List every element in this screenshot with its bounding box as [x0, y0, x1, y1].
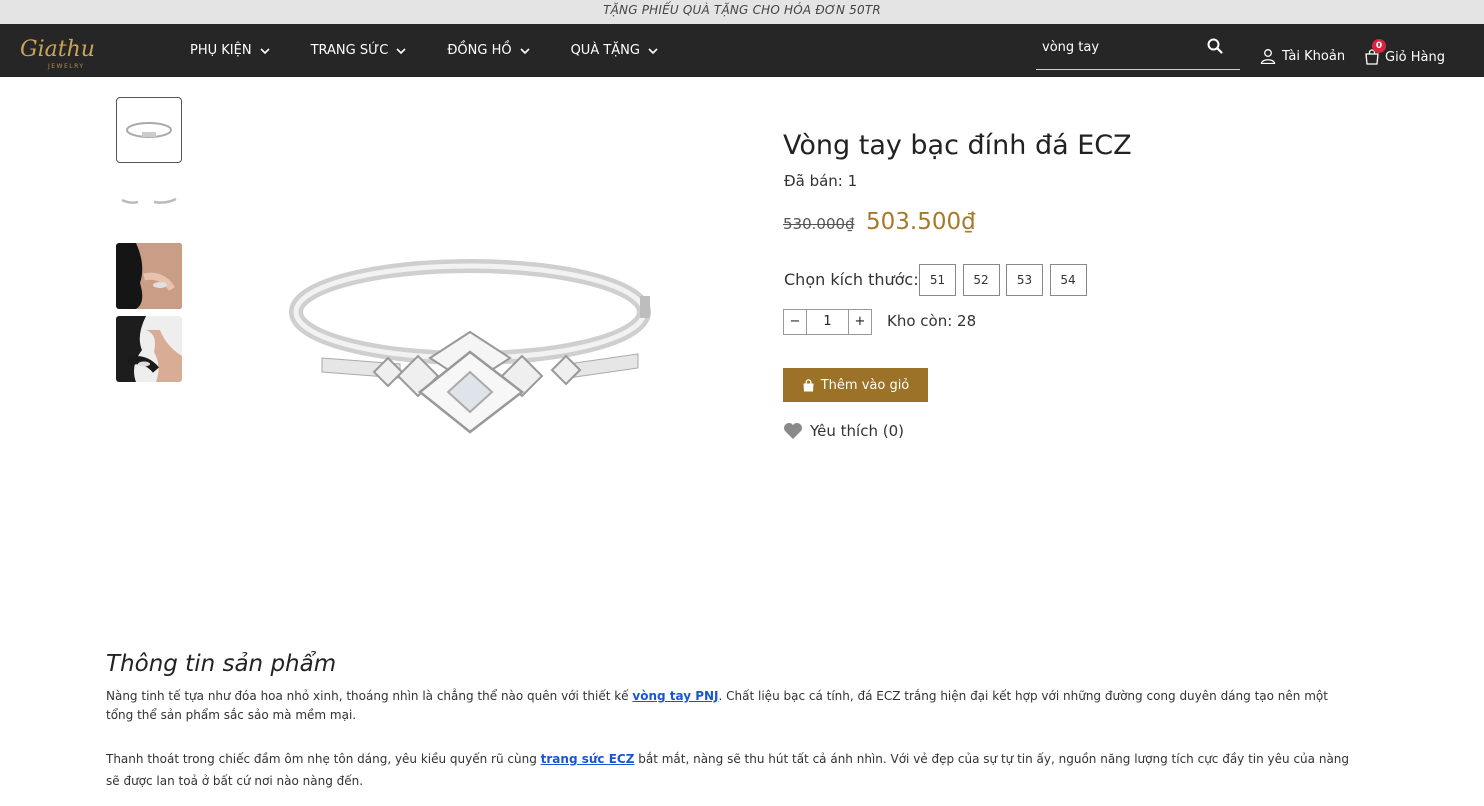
stock-remaining: Kho còn: 28 — [887, 312, 977, 330]
size-option-53[interactable]: 53 — [1006, 264, 1043, 296]
product-title: Vòng tay bạc đính đá ECZ — [783, 130, 1132, 161]
desc-text: tổng thể sản phẩm sắc sảo mà mềm mại. — [106, 708, 357, 722]
heart-icon — [784, 423, 802, 439]
cart-icon-wrap: 0 — [1363, 39, 1386, 66]
search-input[interactable] — [1042, 36, 1202, 58]
product-main-image[interactable] — [270, 240, 670, 460]
sale-price: 503.500₫ — [866, 209, 976, 235]
menu-label: ĐỒNG HỒ — [447, 43, 512, 58]
promo-banner: TẶNG PHIẾU QUÀ TẶNG CHO HÓA ĐƠN 50TR — [0, 0, 1484, 24]
quantity-stepper: − 1 + — [783, 309, 872, 335]
menu-label: PHỤ KIỆN — [190, 43, 252, 58]
chevron-down-icon — [520, 47, 530, 54]
menu-phu-kien[interactable]: PHỤ KIỆN — [190, 43, 271, 58]
size-options: 51 52 53 54 — [919, 264, 1093, 296]
shopping-bag-icon — [803, 378, 814, 391]
product-info-heading: Thông tin sản phẩm — [106, 651, 337, 677]
brand-logo[interactable]: Giathu JEWELRY — [18, 30, 108, 72]
desc-text: . Chất liệu bạc cá tính, đá ECZ trắng hi… — [718, 689, 1328, 703]
qty-value[interactable]: 1 — [807, 309, 848, 335]
user-icon — [1260, 49, 1276, 64]
cart-link[interactable]: 0 Giỏ Hàng — [1363, 39, 1446, 66]
qty-decrease-button[interactable]: − — [783, 309, 807, 335]
main-menu: PHỤ KIỆN TRANG SỨC ĐỒNG HỒ QUÀ TẶNG — [190, 24, 699, 77]
size-option-52[interactable]: 52 — [962, 264, 1000, 296]
add-to-cart-label: Thêm vào giỏ — [820, 377, 910, 393]
menu-label: TRANG SỨC — [310, 43, 389, 58]
desc-text: bắt mắt, nàng sẽ thu hút tất cả ánh nhìn… — [634, 752, 1350, 766]
search-box — [1036, 32, 1240, 70]
svg-text:Giathu: Giathu — [20, 37, 95, 62]
chevron-down-icon — [648, 47, 658, 54]
desc-text: sẽ được lan toả ở bất cứ nơi nào nàng đế… — [106, 774, 364, 788]
wishlist-label: Yêu thích (0) — [810, 422, 904, 440]
description-paragraph-2: Thanh thoát trong chiếc đầm ôm nhẹ tôn d… — [106, 748, 1396, 792]
description-paragraph-1: Nàng tinh tế tựa như đóa hoa nhỏ xinh, t… — [106, 685, 1396, 726]
search-icon[interactable] — [1206, 37, 1224, 55]
sold-count: Đã bán: 1 — [784, 172, 858, 190]
original-price: 530.000₫ — [783, 215, 855, 233]
thumbnail-3[interactable] — [116, 243, 182, 309]
cart-label: Giỏ Hàng — [1385, 49, 1446, 65]
menu-trang-suc[interactable]: TRANG SỨC — [311, 43, 408, 58]
thumbnail-2[interactable] — [116, 170, 182, 236]
thumbnail-4[interactable] — [116, 316, 182, 382]
cart-count-badge: 0 — [1372, 39, 1386, 53]
menu-dong-ho[interactable]: ĐỒNG HỒ — [447, 43, 530, 58]
menu-qua-tang[interactable]: QUÀ TẶNG — [571, 43, 659, 58]
desc-text: Nàng tinh tế tựa như đóa hoa nhỏ xinh, t… — [106, 689, 633, 703]
add-to-cart-button[interactable]: Thêm vào giỏ — [783, 368, 928, 402]
thumbnail-gallery — [116, 97, 182, 389]
qty-increase-button[interactable]: + — [848, 309, 872, 335]
desc-text: Thanh thoát trong chiếc đầm ôm nhẹ tôn d… — [106, 752, 541, 766]
size-option-51[interactable]: 51 — [919, 264, 956, 296]
menu-label: QUÀ TẶNG — [570, 43, 640, 58]
promo-text: TẶNG PHIẾU QUÀ TẶNG CHO HÓA ĐƠN 50TR — [603, 3, 881, 17]
chevron-down-icon — [259, 47, 270, 54]
size-option-54[interactable]: 54 — [1049, 264, 1087, 296]
account-link[interactable]: Tài Khoản — [1260, 48, 1345, 64]
vong-tay-pnj-link[interactable]: vòng tay PNJ — [632, 689, 718, 703]
account-label: Tài Khoản — [1282, 48, 1346, 64]
top-navbar: Giathu JEWELRY PHỤ KIỆN TRANG SỨC ĐỒNG H… — [0, 24, 1484, 77]
trang-suc-ecz-link[interactable]: trang sức ECZ — [541, 752, 635, 766]
size-label: Chọn kích thước: — [784, 270, 919, 289]
svg-text:JEWELRY: JEWELRY — [47, 63, 85, 70]
thumbnail-1[interactable] — [116, 97, 182, 163]
wishlist-button[interactable]: Yêu thích (0) — [783, 422, 904, 440]
chevron-down-icon — [396, 47, 406, 54]
